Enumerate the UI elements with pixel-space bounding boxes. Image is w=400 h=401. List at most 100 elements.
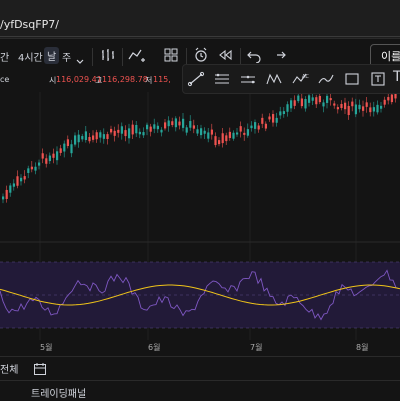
candle-body: [365, 102, 368, 107]
candle-body: [250, 125, 253, 129]
line-tool-icon[interactable]: [187, 70, 205, 92]
trading-panel-tab[interactable]: 트레이딩패널: [31, 385, 86, 400]
candle-body: [311, 97, 314, 101]
candle-body: [232, 132, 235, 139]
candle-body: [102, 134, 105, 139]
date-range-icon[interactable]: [33, 361, 47, 380]
candle-body: [358, 104, 361, 110]
candle-body: [92, 135, 95, 140]
candle-body: [228, 131, 231, 139]
candle-body: [225, 135, 228, 142]
candle-body: [304, 99, 307, 109]
candle-body: [113, 130, 116, 136]
candle-body: [254, 122, 257, 129]
interval-4h[interactable]: 4시간: [18, 49, 43, 64]
candle-body: [246, 129, 249, 136]
candles: [2, 88, 397, 204]
candle-body: [189, 121, 192, 128]
candle-body: [290, 100, 293, 109]
candle-body: [221, 133, 224, 144]
projection-icon[interactable]: AC: [291, 70, 309, 92]
candle-body: [99, 132, 102, 138]
candle-body: [120, 126, 123, 134]
symbol-partial: ce: [0, 75, 10, 84]
candle-body: [268, 116, 271, 120]
candle-body: [41, 153, 44, 159]
candle-body: [48, 155, 51, 162]
x-axis-label: 5월: [40, 342, 52, 352]
candle-body: [354, 104, 357, 115]
candle-body: [74, 135, 77, 145]
candle-body: [362, 106, 365, 111]
candle-body: [200, 128, 203, 136]
candle-body: [236, 132, 239, 135]
ohlc-legend: ce 시 116,029.41 고 116,298.78 저 115,: [0, 75, 171, 85]
candle-body: [315, 97, 318, 105]
interval-day[interactable]: 날: [44, 47, 60, 64]
low-value: 115,: [153, 75, 171, 84]
shape-icon[interactable]: [343, 70, 361, 92]
candle-body: [160, 129, 163, 133]
candle-body: [243, 132, 246, 135]
pattern-icon[interactable]: [265, 70, 283, 92]
candle-body: [95, 132, 98, 140]
candle-body: [207, 132, 210, 139]
x-axis-label: 7월: [250, 342, 262, 352]
candle-body: [322, 102, 325, 107]
candle-body: [333, 103, 336, 106]
high-value: 116,298.78: [102, 75, 148, 84]
candle-body: [128, 128, 131, 139]
address-bar[interactable]: /yfDsqFP7/: [0, 0, 400, 39]
candle-body: [239, 126, 242, 132]
candle-body: [282, 111, 285, 115]
candle-body: [77, 134, 80, 143]
candle-body: [142, 132, 145, 136]
measure-icon[interactable]: [369, 70, 387, 92]
candle-body: [203, 130, 206, 134]
candle-body: [218, 140, 221, 145]
indicators-icon[interactable]: [128, 47, 146, 67]
interval-week[interactable]: 주: [62, 49, 71, 64]
candle-body: [347, 105, 350, 116]
toolbar-divider: [122, 48, 123, 66]
toolbar-divider: [92, 48, 93, 66]
candle-body: [210, 129, 213, 135]
candle-body: [336, 107, 339, 110]
candle-body: [52, 153, 55, 158]
drawing-toolbar: AC T: [182, 64, 400, 94]
trading-panel-bar: 트레이딩패널: [0, 380, 400, 401]
candle-body: [138, 131, 141, 135]
price-chart[interactable]: 5월 6월 7월 8월: [0, 72, 400, 362]
candle-body: [20, 177, 23, 182]
all-range[interactable]: 전체: [0, 361, 18, 376]
candle-body: [196, 129, 199, 134]
candle-body: [300, 98, 303, 107]
candle-body: [88, 136, 91, 142]
candle-body: [131, 124, 134, 135]
bar-type-icon[interactable]: [100, 47, 116, 67]
horizontal-lines-icon[interactable]: [213, 70, 231, 92]
candle-body: [318, 95, 321, 103]
x-axis-label: 8월: [356, 342, 368, 352]
channel-icon[interactable]: [239, 70, 257, 92]
templates-icon[interactable]: [163, 47, 179, 67]
candle-body: [171, 121, 174, 126]
candle-body: [376, 104, 379, 113]
candle-body: [264, 123, 267, 129]
candle-body: [5, 189, 8, 199]
candle-body: [383, 99, 386, 105]
candle-body: [344, 102, 347, 110]
chevron-down-icon[interactable]: [76, 51, 84, 70]
candle-body: [272, 114, 275, 123]
candle-body: [70, 144, 73, 154]
candle-body: [340, 103, 343, 109]
timeframe-bar: 전체: [0, 356, 400, 379]
candle-body: [146, 124, 149, 130]
brush-icon[interactable]: [317, 70, 335, 92]
interval-partial[interactable]: 간: [0, 49, 9, 64]
x-axis-label: 6월: [148, 342, 160, 352]
text-icon[interactable]: T: [393, 69, 400, 85]
candle-body: [261, 117, 264, 124]
candle-body: [286, 104, 289, 112]
candle-body: [275, 117, 278, 123]
